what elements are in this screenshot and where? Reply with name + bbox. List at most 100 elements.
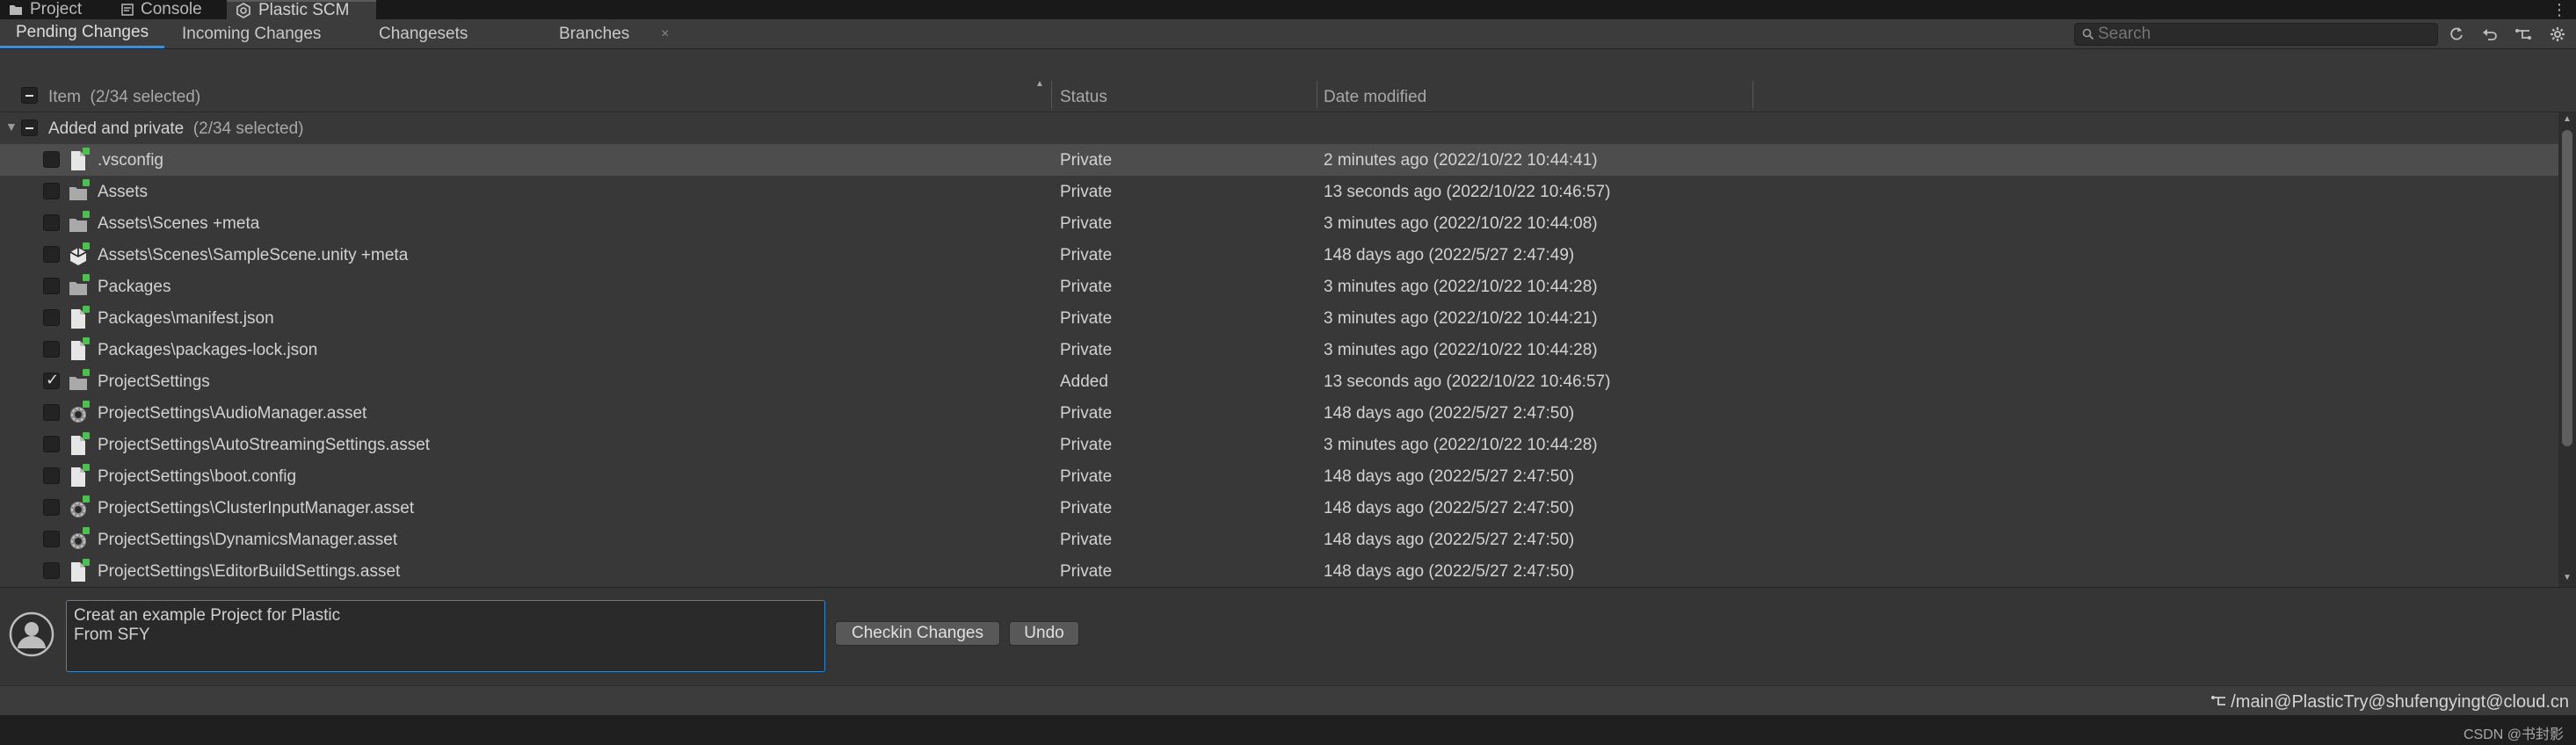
item-checkbox[interactable] (43, 404, 60, 421)
item-status: Private (1060, 404, 1113, 423)
item-name: .vsconfig (98, 151, 163, 170)
window-tab-strip: Project Console Plastic SCM ⋮ (0, 0, 2576, 19)
list-item[interactable]: ProjectSettings Added 13 seconds ago (2022… (0, 365, 2558, 397)
added-badge-icon (83, 432, 90, 439)
list-item[interactable]: Assets\Scenes +meta Private 3 minutes ago … (0, 207, 2558, 239)
settings-button[interactable] (2543, 23, 2572, 46)
item-date-modified: 148 days ago (2022/5/27 2:47:50) (1324, 404, 1575, 423)
item-date-modified: 13 seconds ago (2022/10/22 10:46:57) (1324, 183, 1611, 201)
item-checkbox[interactable] (43, 562, 60, 579)
list-item[interactable]: ProjectSettings\EditorBuildSettings.asse… (0, 555, 2558, 587)
window-tab-label: Project (30, 0, 83, 18)
item-name: ProjectSettings\ClusterInputManager.asse… (98, 499, 415, 517)
list-item[interactable]: ProjectSettings\ClusterInputManager.asse… (0, 492, 2558, 524)
item-status: Private (1060, 309, 1113, 328)
refresh-button[interactable] (2442, 23, 2471, 46)
list-item[interactable]: Assets\Scenes\SampleScene.unity +meta Pri… (0, 239, 2558, 271)
item-status: Private (1060, 246, 1113, 264)
column-divider[interactable] (1051, 81, 1052, 109)
item-checkbox[interactable] (43, 341, 60, 358)
item-checkbox[interactable] (43, 371, 60, 389)
tab-changesets[interactable]: Changesets (363, 19, 483, 48)
checkin-comment-input[interactable] (66, 600, 825, 672)
added-badge-icon (83, 179, 90, 186)
tab-incoming-changes[interactable]: Incoming Changes (166, 19, 337, 48)
item-checkbox[interactable] (43, 467, 60, 484)
sort-ascending-icon: ▲ (1035, 79, 1044, 89)
group-count: (2/34 selected) (192, 119, 304, 138)
item-status: Private (1060, 214, 1113, 233)
item-checkbox[interactable] (43, 151, 60, 168)
list-item[interactable]: ProjectSettings\AudioManager.asset Privat… (0, 397, 2558, 429)
item-checkbox[interactable] (43, 246, 60, 263)
search-icon (2082, 28, 2094, 40)
item-status: Private (1060, 436, 1113, 454)
item-name: ProjectSettings\boot.config (98, 467, 297, 486)
item-checkbox[interactable] (43, 183, 60, 199)
added-badge-icon (83, 369, 90, 376)
window-tab-console[interactable]: Console (112, 0, 211, 19)
added-badge-icon (83, 464, 90, 471)
item-checkbox[interactable] (43, 531, 60, 547)
window-tab-project[interactable]: Project (0, 0, 91, 19)
search-input[interactable] (2098, 25, 2437, 44)
branch-explorer-button[interactable] (2508, 23, 2538, 46)
column-item[interactable]: Item (2/34 selected) (48, 88, 200, 107)
list-item[interactable]: Packages Private 3 minutes ago (2022/10/22… (0, 271, 2558, 302)
item-checkbox[interactable] (43, 278, 60, 294)
undo-icon (2483, 29, 2497, 40)
item-date-modified: 3 minutes ago (2022/10/22 10:44:08) (1324, 214, 1598, 233)
group-label: Added and private (2/34 selected) (48, 119, 303, 139)
search-box[interactable] (2074, 23, 2438, 46)
workspace-branch-label[interactable]: /main@PlasticTry@shufengyingt@cloud.cn (2231, 692, 2569, 712)
undo-button[interactable]: Undo (1009, 621, 1079, 646)
expand-arrow-icon[interactable]: ▼ (5, 119, 18, 134)
item-status: Private (1060, 531, 1113, 549)
list-item[interactable]: ProjectSettings\AutoStreamingSettings.as… (0, 429, 2558, 460)
branch-icon (2515, 29, 2531, 40)
item-name: ProjectSettings (98, 372, 210, 391)
column-header: Item (2/34 selected) ▲ Status Date modif… (0, 77, 2576, 112)
item-name: Assets\Scenes +meta (98, 214, 260, 233)
console-icon (121, 4, 134, 16)
undo-toolbar-button[interactable] (2475, 23, 2505, 46)
group-title: Added and private (48, 119, 185, 138)
scrollbar-thumb[interactable] (2562, 130, 2572, 446)
window-tab-plastic-scm[interactable]: Plastic SCM (227, 0, 376, 19)
list-item[interactable]: ProjectSettings\boot.config Private 148 da… (0, 460, 2558, 492)
list-item[interactable]: Packages\manifest.json Private 3 minutes a… (0, 302, 2558, 334)
group-row-added-private[interactable]: ▼ Added and private (2/34 selected) (0, 112, 2558, 144)
item-checkbox[interactable] (43, 309, 60, 326)
column-date-modified[interactable]: Date modified (1324, 88, 1426, 107)
added-badge-icon (83, 401, 90, 408)
item-checkbox[interactable] (43, 499, 60, 516)
column-status[interactable]: Status (1060, 88, 1107, 107)
select-all-checkbox[interactable] (21, 87, 38, 104)
tab-branches[interactable]: Branches (543, 19, 645, 48)
list-item[interactable]: Assets Private 13 seconds ago (2022/10/22 … (0, 176, 2558, 207)
checkin-changes-button[interactable]: Checkin Changes (835, 621, 1000, 646)
close-tab-icon[interactable]: × (661, 19, 669, 48)
item-date-modified: 148 days ago (2022/5/27 2:47:50) (1324, 531, 1575, 549)
tab-pending-changes[interactable]: Pending Changes (0, 19, 165, 48)
item-name: Assets (98, 183, 149, 201)
item-status: Private (1060, 151, 1113, 170)
added-badge-icon (83, 274, 90, 281)
added-badge-icon (83, 527, 90, 534)
list-item[interactable]: ProjectSettings\DynamicsManager.asset Pri… (0, 524, 2558, 555)
more-options-icon[interactable]: ⋮ (2551, 0, 2567, 19)
item-status: Private (1060, 467, 1113, 486)
item-name: Packages (98, 278, 171, 296)
vertical-scrollbar[interactable]: ▲ ▼ (2558, 112, 2576, 587)
item-checkbox[interactable] (43, 214, 60, 231)
list-item[interactable]: .vsconfig Private 2 minutes ago (2022/10/2… (0, 144, 2558, 176)
column-divider[interactable] (1752, 81, 1753, 109)
group-checkbox[interactable] (21, 119, 38, 136)
list-item[interactable]: Packages\packages-lock.json Private 3 minu… (0, 334, 2558, 365)
watermark-text: CSDN @书封影 (2463, 727, 2564, 742)
added-badge-icon (83, 242, 90, 250)
scroll-up-icon[interactable]: ▲ (2563, 114, 2572, 124)
column-item-label: Item (48, 88, 81, 106)
scroll-down-icon[interactable]: ▼ (2563, 573, 2572, 582)
item-checkbox[interactable] (43, 436, 60, 452)
